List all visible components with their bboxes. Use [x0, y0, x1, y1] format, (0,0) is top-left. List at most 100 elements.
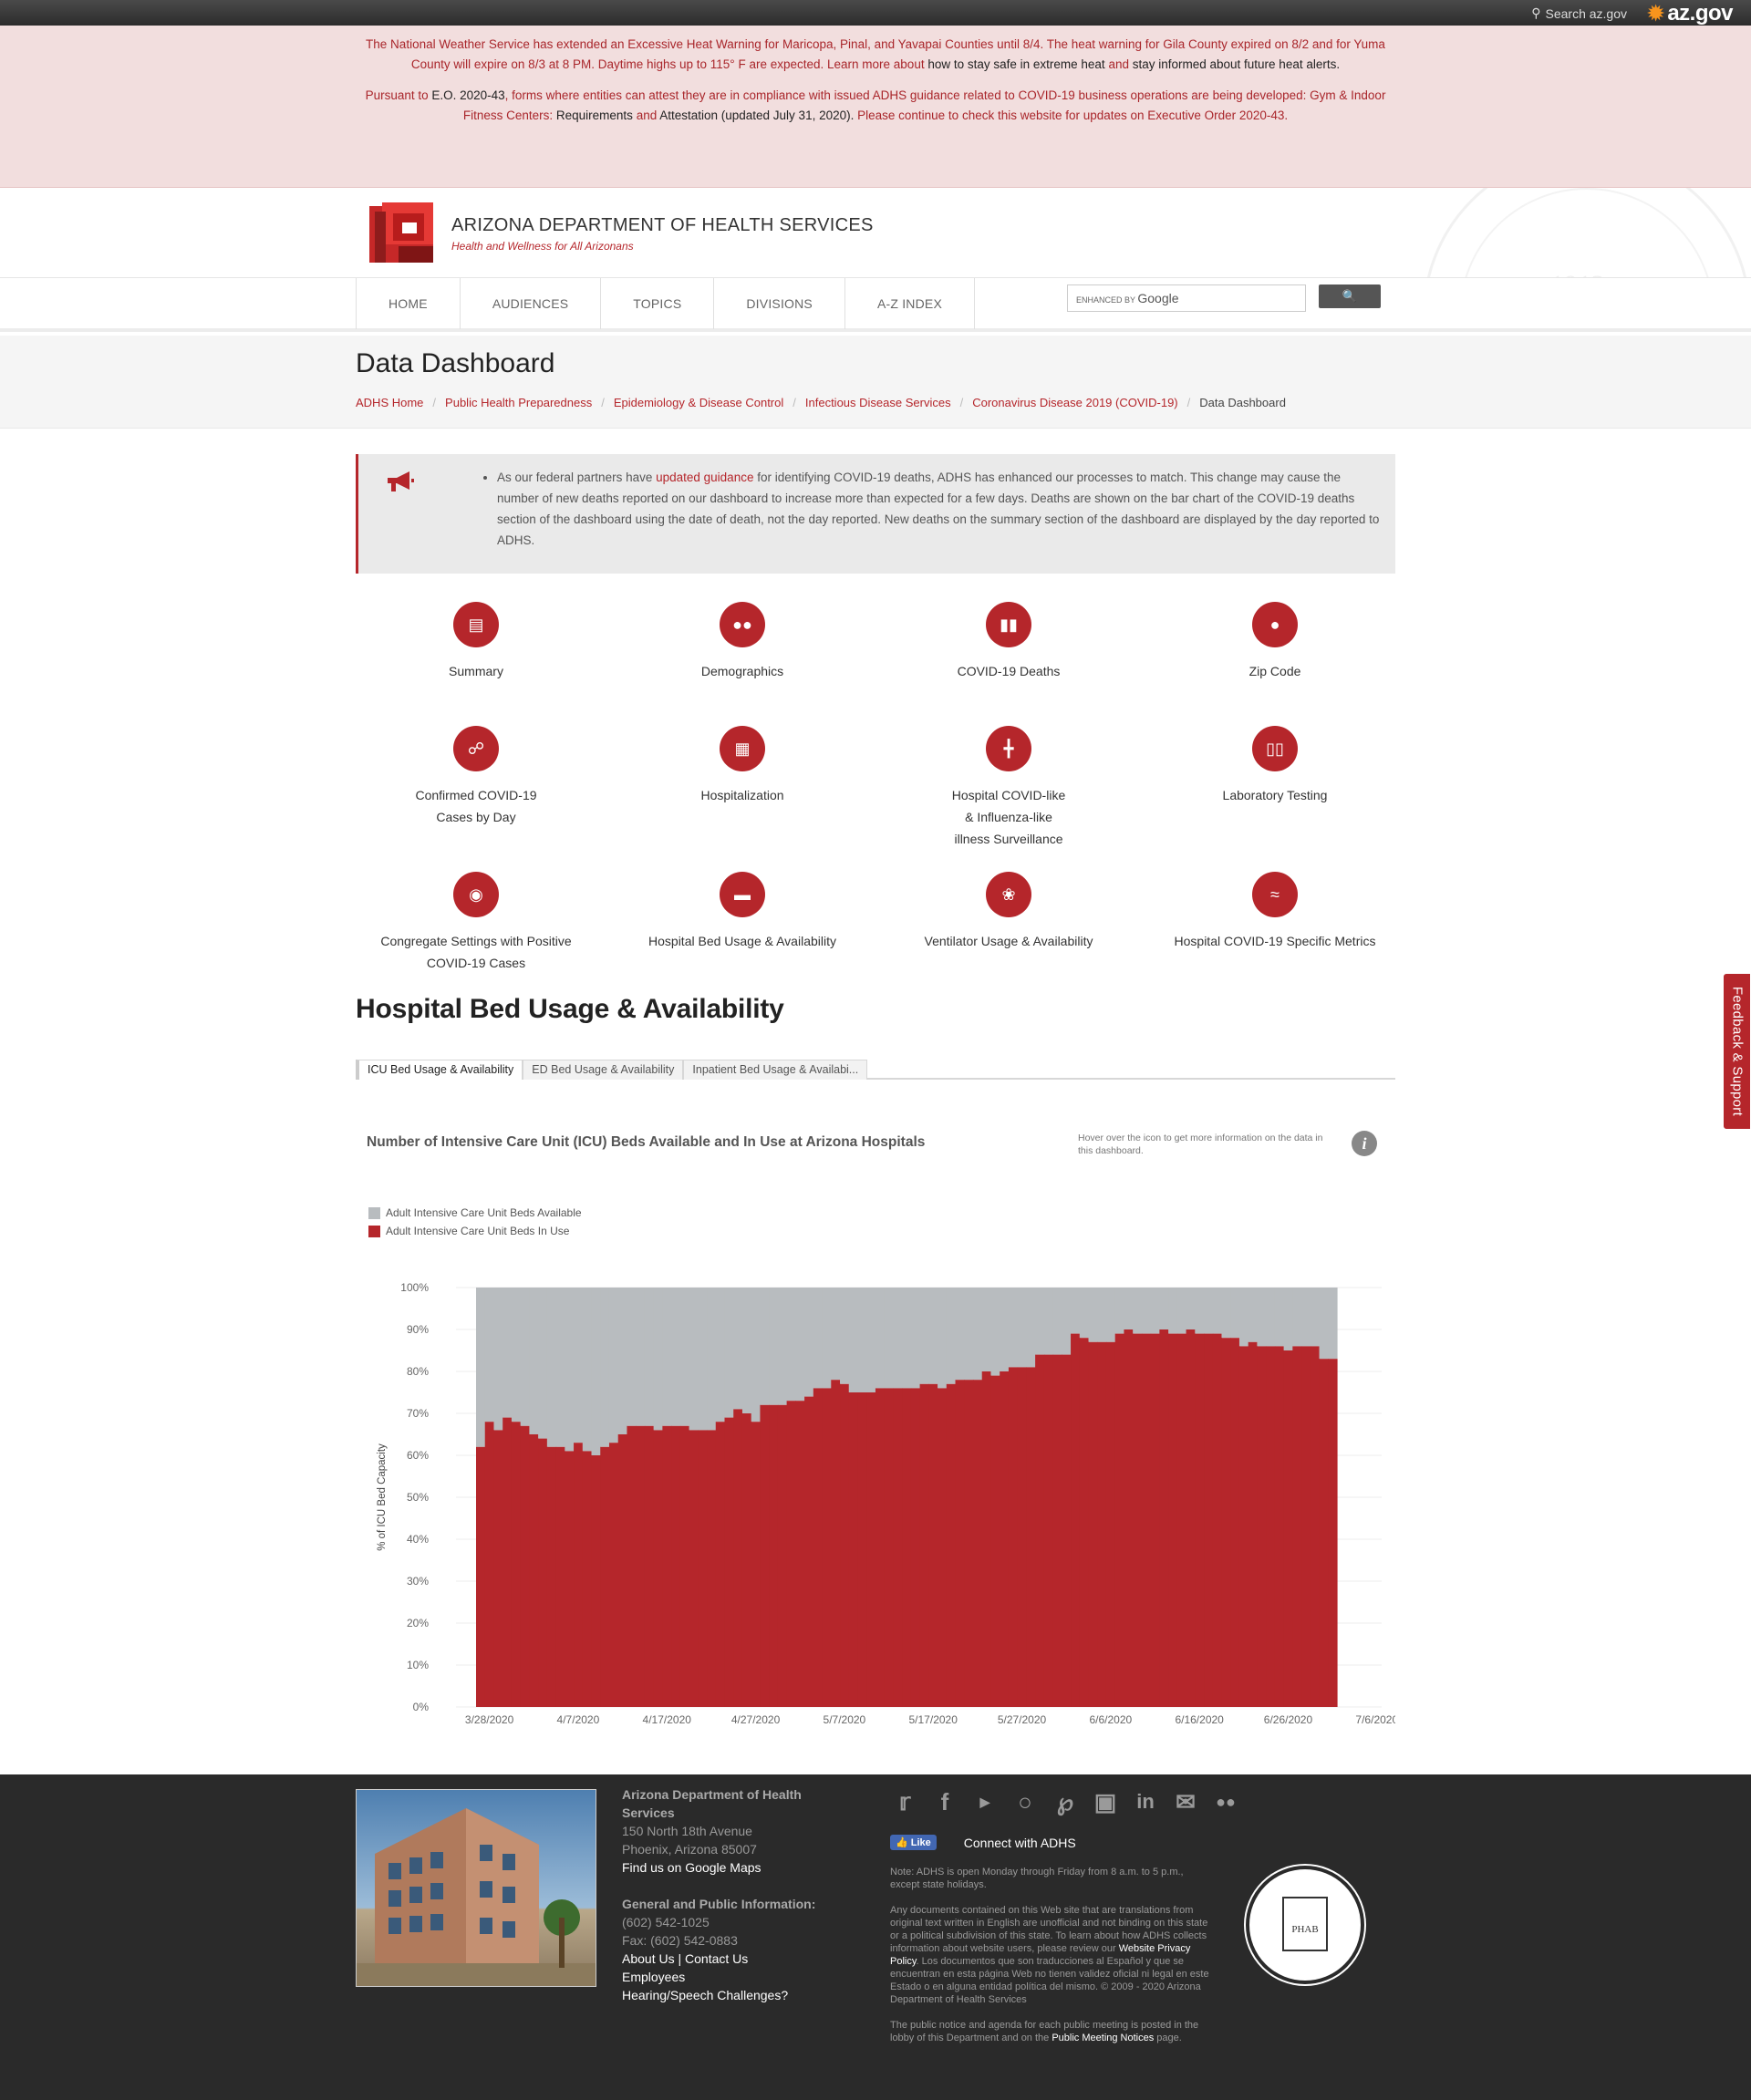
bar-in-use[interactable] [769, 1404, 779, 1707]
bar-in-use[interactable] [1257, 1346, 1267, 1707]
bar-in-use[interactable] [1133, 1333, 1143, 1707]
breadcrumb-covid19[interactable]: Coronavirus Disease 2019 (COVID-19) [972, 396, 1177, 409]
bar-available[interactable] [857, 1288, 867, 1392]
bar-available[interactable] [627, 1288, 637, 1426]
heat-alerts-link[interactable]: stay informed about future heat alerts. [1133, 57, 1340, 71]
bar-available[interactable] [689, 1288, 699, 1431]
bar-in-use[interactable] [476, 1446, 486, 1707]
tab-ed-beds[interactable]: ED Bed Usage & Availability [523, 1060, 684, 1080]
bar-available[interactable] [1133, 1288, 1143, 1334]
bar-available[interactable] [1114, 1288, 1125, 1334]
adhs-logo-icon[interactable] [369, 202, 438, 266]
bar-in-use[interactable] [990, 1375, 1000, 1707]
breadcrumb-epidemiology[interactable]: Epidemiology & Disease Control [614, 396, 783, 409]
bar-in-use[interactable] [804, 1396, 814, 1707]
bar-in-use[interactable] [1035, 1354, 1045, 1707]
bar-in-use[interactable] [653, 1430, 663, 1707]
bar-in-use[interactable] [946, 1383, 957, 1707]
bar-available[interactable] [1026, 1288, 1036, 1368]
bar-in-use[interactable] [636, 1425, 646, 1707]
legend-item-available[interactable]: Adult Intensive Care Unit Beds Available [368, 1204, 582, 1222]
bar-available[interactable] [671, 1288, 681, 1426]
dashboard-link-bed[interactable]: ▬ Hospital Bed Usage & Availability [628, 872, 856, 952]
bar-available[interactable] [964, 1288, 974, 1381]
bar-available[interactable] [990, 1288, 1000, 1376]
bar-in-use[interactable] [565, 1451, 575, 1707]
bar-available[interactable] [1319, 1288, 1329, 1360]
linkedin-icon[interactable]: in [1131, 1787, 1160, 1816]
bar-available[interactable] [1141, 1288, 1152, 1334]
public-meeting-notices-link[interactable]: Public Meeting Notices [1052, 2033, 1154, 2043]
bar-available[interactable] [476, 1288, 486, 1447]
bar-in-use[interactable] [831, 1380, 841, 1707]
bar-available[interactable] [636, 1288, 646, 1426]
bar-available[interactable] [946, 1288, 957, 1384]
bar-available[interactable] [493, 1288, 503, 1431]
bar-in-use[interactable] [1141, 1333, 1152, 1707]
bar-in-use[interactable] [813, 1388, 824, 1707]
bar-available[interactable] [733, 1288, 743, 1410]
bar-available[interactable] [1274, 1288, 1285, 1347]
bar-available[interactable] [884, 1288, 895, 1389]
icu-bed-chart[interactable]: 0% 10% 20% 30% 40% 50% 60% 70% 80% 90% 100% % of IC… [365, 1267, 1395, 1742]
bar-in-use[interactable] [751, 1422, 762, 1707]
bar-in-use[interactable] [1195, 1333, 1205, 1707]
bar-available[interactable] [741, 1288, 752, 1413]
bar-in-use[interactable] [848, 1392, 859, 1707]
bar-in-use[interactable] [1168, 1333, 1178, 1707]
bar-in-use[interactable] [840, 1383, 850, 1707]
bar-in-use[interactable] [698, 1430, 708, 1707]
bar-in-use[interactable] [1026, 1367, 1036, 1707]
bar-in-use[interactable] [608, 1443, 619, 1707]
bar-available[interactable] [902, 1288, 912, 1389]
bar-in-use[interactable] [671, 1425, 681, 1707]
bar-in-use[interactable] [928, 1383, 938, 1707]
hearing-speech-link[interactable]: Hearing/Speech Challenges? [622, 1986, 841, 2004]
bar-in-use[interactable] [777, 1404, 788, 1707]
bar-in-use[interactable] [689, 1430, 699, 1707]
bar-in-use[interactable] [902, 1388, 912, 1707]
bar-in-use[interactable] [1150, 1333, 1160, 1707]
bar-available[interactable] [1212, 1288, 1223, 1334]
bar-in-use[interactable] [511, 1422, 522, 1707]
feedback-support-tab[interactable]: Feedback & Support [1723, 973, 1751, 1130]
bar-in-use[interactable] [1079, 1338, 1090, 1707]
attestation-link[interactable]: Attestation (updated July 31, 2020). [659, 109, 854, 122]
bar-in-use[interactable] [1159, 1329, 1169, 1707]
bar-in-use[interactable] [1266, 1346, 1276, 1707]
bar-in-use[interactable] [1274, 1346, 1285, 1707]
bar-in-use[interactable] [1248, 1341, 1259, 1707]
wordpress-icon[interactable]: ○ [1010, 1787, 1040, 1816]
bar-in-use[interactable] [857, 1392, 867, 1707]
youtube-icon[interactable]: ▶ [970, 1787, 1000, 1816]
bar-available[interactable] [582, 1288, 593, 1452]
breadcrumb-adhs-home[interactable]: ADHS Home [356, 396, 423, 409]
bar-in-use[interactable] [493, 1430, 503, 1707]
bar-in-use[interactable] [520, 1425, 530, 1707]
bar-available[interactable] [1097, 1288, 1107, 1342]
bar-available[interactable] [981, 1288, 992, 1371]
bar-in-use[interactable] [546, 1446, 557, 1707]
bar-in-use[interactable] [715, 1422, 726, 1707]
email-icon[interactable]: ✉ [1171, 1787, 1200, 1816]
bar-available[interactable] [928, 1288, 938, 1384]
bar-in-use[interactable] [884, 1388, 895, 1707]
dashboard-link-people[interactable]: ●● Demographics [628, 602, 856, 682]
bar-in-use[interactable] [1186, 1329, 1196, 1707]
bar-in-use[interactable] [910, 1388, 921, 1707]
bar-in-use[interactable] [644, 1425, 655, 1707]
bar-available[interactable] [698, 1288, 708, 1431]
bar-available[interactable] [777, 1288, 788, 1405]
bar-available[interactable] [813, 1288, 824, 1389]
bar-in-use[interactable] [1000, 1371, 1010, 1707]
bar-available[interactable] [1238, 1288, 1249, 1347]
nav-divisions[interactable]: DIVISIONS [714, 278, 845, 329]
bar-available[interactable] [919, 1288, 929, 1384]
bar-available[interactable] [574, 1288, 584, 1443]
site-search-button[interactable]: 🔍 [1319, 284, 1381, 308]
bar-in-use[interactable] [529, 1434, 539, 1707]
bar-available[interactable] [1035, 1288, 1045, 1355]
dashboard-link-trend-chart[interactable]: ≈ Hospital COVID-19 Specific Metrics [1161, 872, 1389, 952]
bar-in-use[interactable] [938, 1388, 948, 1707]
bar-in-use[interactable] [822, 1388, 832, 1707]
